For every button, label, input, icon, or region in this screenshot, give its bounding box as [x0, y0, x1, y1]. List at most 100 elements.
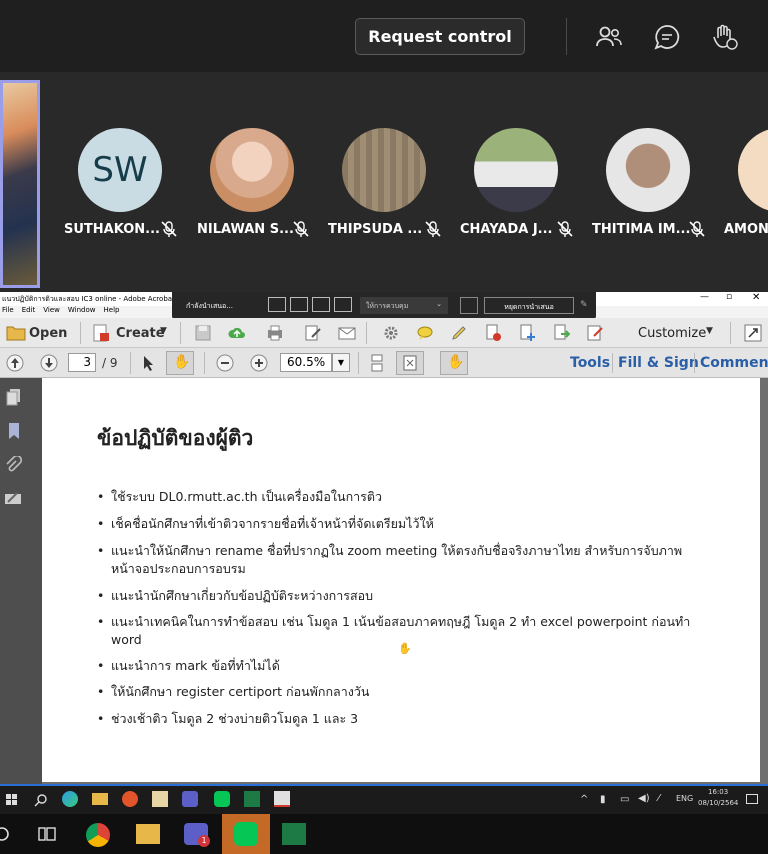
zoom-out-icon[interactable]: [216, 354, 234, 372]
excel-icon[interactable]: [282, 823, 306, 845]
email-icon[interactable]: [338, 324, 356, 342]
page-total: / 9: [102, 356, 118, 370]
menu-help[interactable]: Help: [104, 306, 120, 314]
search-icon[interactable]: [34, 793, 48, 807]
fill-sign-pane-button[interactable]: Fill & Sign: [618, 355, 699, 371]
print-icon[interactable]: [266, 324, 284, 342]
chat-icon[interactable]: [652, 22, 682, 52]
next-page-icon[interactable]: [40, 354, 58, 372]
teams-icon[interactable]: [182, 791, 198, 807]
scrolling-mode-icon[interactable]: [368, 354, 386, 372]
minimize-button[interactable]: —: [700, 292, 709, 302]
line-icon: [234, 822, 258, 846]
customize-button[interactable]: Customize: [638, 326, 706, 341]
layout-option-4[interactable]: [334, 297, 352, 312]
chevron-down-icon[interactable]: ▼: [706, 326, 713, 336]
clock-date[interactable]: 08/10/2564: [698, 799, 738, 807]
request-control-button[interactable]: Request control: [355, 18, 525, 55]
zoom-dropdown[interactable]: ▼: [332, 353, 350, 372]
acrobat-taskbar-icon[interactable]: [274, 791, 290, 807]
select-cursor-icon[interactable]: [140, 354, 158, 372]
file-explorer-icon[interactable]: [136, 824, 160, 844]
gear-icon[interactable]: [382, 324, 400, 342]
task-view-icon[interactable]: [38, 826, 56, 842]
windows-start-icon[interactable]: [6, 794, 18, 806]
pin-toolbar-icon[interactable]: [460, 297, 478, 314]
page-number-input[interactable]: 3: [68, 353, 96, 372]
chevron-up-icon[interactable]: ^: [580, 794, 588, 805]
participant-avatar[interactable]: SW: [78, 128, 162, 212]
highlight-icon[interactable]: [450, 324, 468, 342]
acrobat-nav-toolbar: 3 / 9 ✋ 60.5% ▼ ✋ Tools Fill & Sign Comm…: [0, 348, 768, 378]
chrome-icon[interactable]: [86, 823, 110, 847]
participant-avatar[interactable]: [606, 128, 690, 212]
layout-option-2[interactable]: [290, 297, 308, 312]
volume-icon[interactable]: ◀): [638, 793, 650, 804]
menu-view[interactable]: View: [43, 306, 60, 314]
notifications-icon[interactable]: [746, 794, 758, 804]
toolbar-divider: [694, 353, 695, 373]
language-indicator[interactable]: ENG: [676, 794, 693, 803]
menu-edit[interactable]: Edit: [22, 306, 36, 314]
menu-window[interactable]: Window: [68, 306, 96, 314]
teams-icon[interactable]: 1: [184, 823, 210, 847]
line-taskbar-active[interactable]: [222, 814, 270, 854]
layout-option-3[interactable]: [312, 297, 330, 312]
fit-page-button[interactable]: [396, 351, 424, 375]
usb-icon[interactable]: ▮: [600, 794, 606, 805]
comment-pane-button[interactable]: Comment: [700, 355, 768, 371]
people-icon[interactable]: [594, 22, 624, 52]
toolbar-divider: [358, 352, 359, 374]
zoom-in-icon[interactable]: [250, 354, 268, 372]
sign-icon[interactable]: [586, 324, 604, 342]
bullet-dot: •: [97, 489, 105, 504]
previous-page-icon[interactable]: [6, 354, 24, 372]
battery-icon[interactable]: ▭: [620, 794, 629, 805]
toolbar-divider: [130, 352, 131, 374]
shared-screen-thumbnail[interactable]: [0, 80, 40, 288]
create-button[interactable]: Create: [116, 326, 165, 341]
app-icon[interactable]: [152, 791, 168, 807]
participant-avatar[interactable]: A: [738, 128, 768, 212]
cloud-upload-icon[interactable]: [228, 324, 246, 342]
file-explorer-icon[interactable]: [92, 793, 108, 805]
clock-time[interactable]: 16:03: [708, 788, 728, 796]
menu-file[interactable]: File: [2, 306, 14, 314]
give-control-dropdown[interactable]: ให้การควบคุม ⌄: [360, 297, 448, 314]
save-icon[interactable]: [194, 324, 212, 342]
search-icon[interactable]: [0, 826, 10, 842]
app-icon[interactable]: [122, 791, 138, 807]
open-button[interactable]: Open: [29, 326, 67, 341]
layout-option-1[interactable]: [268, 297, 286, 312]
participant-avatar[interactable]: [342, 128, 426, 212]
raise-hand-icon[interactable]: [710, 22, 740, 52]
pin-icon[interactable]: ✎: [580, 300, 588, 310]
toolbar-divider: [204, 352, 205, 374]
hand-tool-button[interactable]: ✋: [166, 351, 194, 375]
signatures-icon[interactable]: [4, 490, 22, 508]
read-mode-button[interactable]: ✋: [440, 351, 468, 375]
participant-avatar[interactable]: [210, 128, 294, 212]
participant-avatar[interactable]: [474, 128, 558, 212]
zoom-level-input[interactable]: 60.5%: [280, 353, 332, 372]
chevron-down-icon[interactable]: ▼: [160, 326, 167, 336]
maximize-button[interactable]: ▫: [726, 292, 732, 302]
stop-presenting-button[interactable]: หยุดการนำเสนอ: [484, 297, 574, 314]
toolbar-divider: [730, 322, 731, 344]
excel-icon[interactable]: [244, 791, 260, 807]
insert-page-icon[interactable]: [518, 324, 536, 342]
network-icon[interactable]: ⁄: [658, 793, 660, 804]
sharing-control-bar: กำลังนำเสนอ... ให้การควบคุม ⌄ หยุดการนำเส…: [172, 292, 596, 320]
attachment-icon[interactable]: [4, 456, 22, 474]
tools-pane-button[interactable]: Tools: [570, 355, 610, 371]
edit-icon[interactable]: [304, 324, 322, 342]
page-thumbnails-icon[interactable]: [6, 388, 22, 406]
export-icon[interactable]: [552, 324, 570, 342]
bookmark-icon[interactable]: [6, 422, 22, 440]
close-button[interactable]: ✕: [752, 292, 760, 303]
delete-page-icon[interactable]: [484, 324, 502, 342]
edge-icon[interactable]: [62, 791, 78, 807]
comment-icon[interactable]: [416, 324, 434, 342]
line-icon[interactable]: [214, 791, 230, 807]
expand-icon[interactable]: [744, 324, 762, 342]
